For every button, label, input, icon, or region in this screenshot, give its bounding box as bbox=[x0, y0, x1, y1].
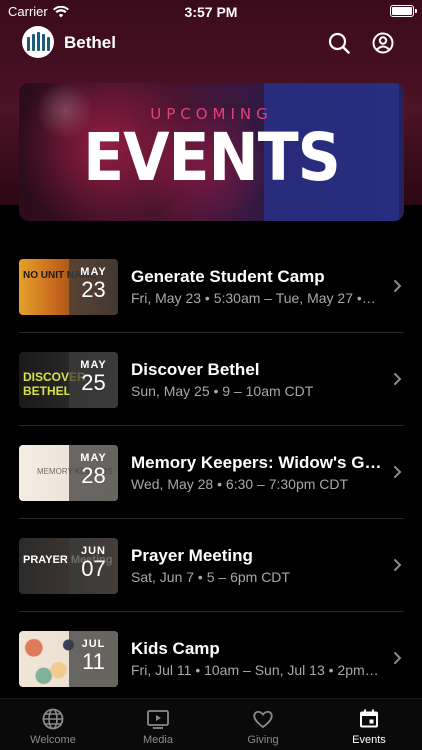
event-thumbnail: MEMORY KEEPERS MAY 28 bbox=[19, 445, 118, 501]
status-bar: Carrier 3:57 PM bbox=[0, 0, 422, 24]
event-datetime: Sat, Jun 7 • 5 – 6pm CDT bbox=[131, 569, 290, 585]
events-list: NO UNIT NAME MAY 23 Generate Student Cam… bbox=[19, 240, 404, 705]
event-datetime: Fri, Jul 11 • 10am – Sun, Jul 13 • 2pm… bbox=[131, 662, 379, 678]
date-badge: MAY 25 bbox=[69, 352, 118, 408]
event-title: Memory Keepers: Widow's Ga... bbox=[131, 453, 386, 472]
bethel-logo[interactable] bbox=[22, 26, 54, 58]
brand-name: Bethel bbox=[64, 33, 116, 52]
top-nav: Bethel bbox=[0, 26, 422, 60]
date-badge: JUL 11 bbox=[69, 631, 118, 687]
tab-label: Welcome bbox=[30, 734, 76, 746]
event-thumbnail: PRAYER Meeting JUN 07 bbox=[19, 538, 118, 594]
account-icon bbox=[372, 32, 394, 54]
tab-label: Giving bbox=[247, 734, 279, 746]
search-button[interactable] bbox=[326, 30, 352, 56]
chevron-right-icon bbox=[394, 466, 402, 478]
event-thumbnail: DISCOVER BETHEL MAY 25 bbox=[19, 352, 118, 408]
event-datetime: Sun, May 25 • 9 – 10am CDT bbox=[131, 383, 314, 399]
banner-title: EVENTS bbox=[83, 119, 341, 197]
date-day: 11 bbox=[82, 649, 105, 674]
event-row[interactable]: PRAYER Meeting JUN 07 Prayer Meeting Sat… bbox=[19, 519, 404, 612]
event-row[interactable]: DISCOVER BETHEL MAY 25 Discover Bethel S… bbox=[19, 333, 404, 426]
event-title: Generate Student Camp bbox=[131, 267, 325, 286]
upcoming-events-banner[interactable]: UPCOMING EVENTS bbox=[19, 83, 404, 221]
status-time: 3:57 PM bbox=[184, 4, 238, 20]
media-icon bbox=[147, 710, 169, 729]
globe-icon bbox=[42, 708, 64, 730]
battery-icon bbox=[390, 5, 417, 17]
heart-icon bbox=[253, 710, 273, 729]
event-thumbnail: JUL 11 bbox=[19, 631, 118, 687]
tab-events[interactable]: Events bbox=[316, 707, 422, 746]
event-title: Prayer Meeting bbox=[131, 546, 253, 565]
tab-label: Media bbox=[143, 734, 173, 746]
tab-giving[interactable]: Giving bbox=[210, 707, 316, 746]
event-thumbnail: NO UNIT NAME MAY 23 bbox=[19, 259, 118, 315]
event-title: Discover Bethel bbox=[131, 360, 260, 379]
chevron-right-icon bbox=[394, 373, 402, 385]
date-badge: MAY 23 bbox=[69, 259, 118, 315]
date-day: 25 bbox=[81, 370, 106, 395]
tab-bar: Welcome Media Giving Events bbox=[0, 698, 422, 750]
profile-button[interactable] bbox=[370, 30, 396, 56]
event-row[interactable]: NO UNIT NAME MAY 23 Generate Student Cam… bbox=[19, 240, 404, 333]
date-day: 23 bbox=[81, 277, 106, 302]
chevron-right-icon bbox=[394, 652, 402, 664]
chevron-right-icon bbox=[394, 559, 402, 571]
tab-label: Events bbox=[352, 734, 386, 746]
date-badge: MAY 28 bbox=[69, 445, 118, 501]
event-title: Kids Camp bbox=[131, 639, 220, 658]
event-row[interactable]: MEMORY KEEPERS MAY 28 Memory Keepers: Wi… bbox=[19, 426, 404, 519]
chevron-right-icon bbox=[394, 280, 402, 292]
tab-media[interactable]: Media bbox=[105, 707, 211, 746]
tab-welcome[interactable]: Welcome bbox=[0, 707, 106, 746]
event-row[interactable]: JUL 11 Kids Camp Fri, Jul 11 • 10am – Su… bbox=[19, 612, 404, 705]
event-datetime: Wed, May 28 • 6:30 – 7:30pm CDT bbox=[131, 476, 349, 492]
date-day: 28 bbox=[81, 463, 106, 488]
event-datetime: Fri, May 23 • 5:30am – Tue, May 27 •… bbox=[131, 290, 376, 306]
date-badge: JUN 07 bbox=[69, 538, 118, 594]
date-day: 07 bbox=[81, 556, 106, 581]
search-icon bbox=[328, 32, 350, 54]
calendar-icon bbox=[360, 709, 378, 728]
